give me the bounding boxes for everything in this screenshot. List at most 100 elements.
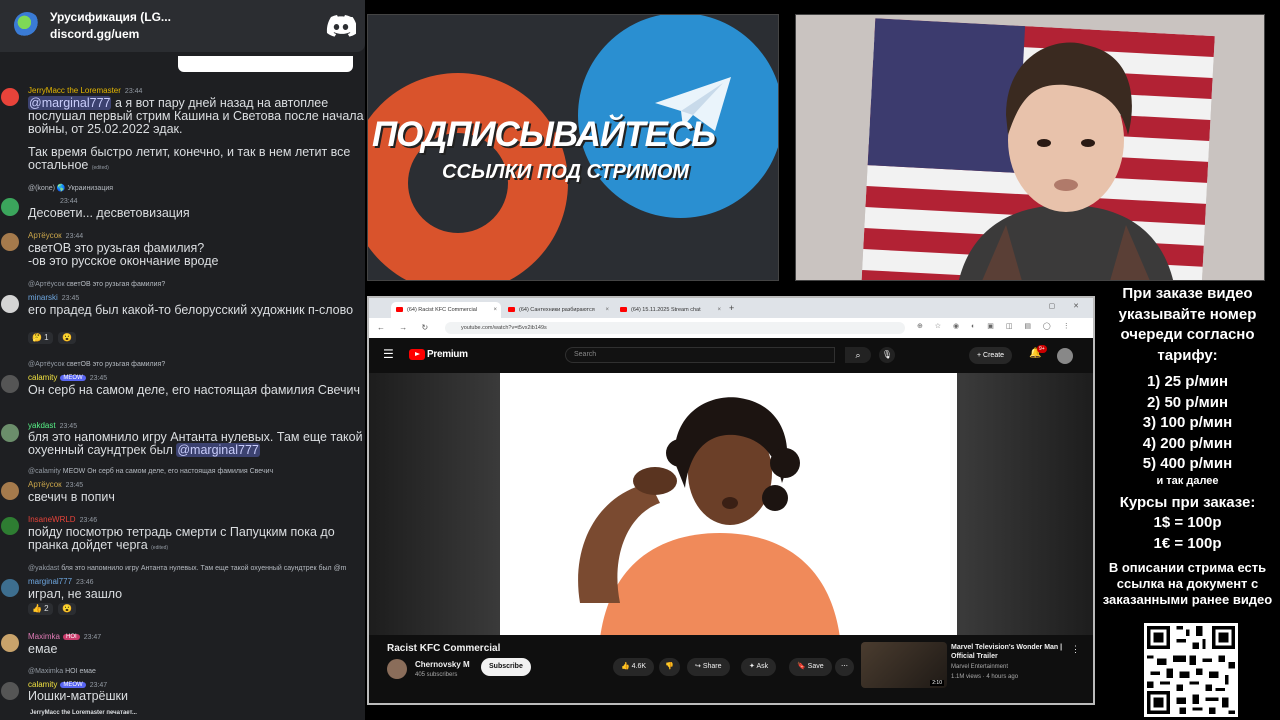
reaction-thinking[interactable]: 🤔 1 bbox=[28, 332, 53, 344]
window-controls[interactable]: ▢ ✕ bbox=[1049, 302, 1087, 310]
recommended-title[interactable]: Marvel Television's Wonder Man | Officia… bbox=[951, 643, 1063, 661]
role-badge: HOI bbox=[63, 634, 80, 640]
server-invite-link[interactable]: discord.gg/uem bbox=[50, 27, 139, 41]
extension-icons[interactable]: ⊕ ☆ ◉ ◐ ▣ ◫ ▤ ◯ ⋮ bbox=[917, 322, 1075, 330]
server-avatar bbox=[14, 12, 40, 38]
message-author: InsaneWRLD 23:46 bbox=[28, 515, 98, 524]
message-text: его прадед был какой-то белорусский худо… bbox=[28, 303, 354, 317]
browser-window: (64) Racist KFC Commercial × (64) Сантехн… bbox=[367, 296, 1095, 705]
youtube-premium-logo[interactable]: Premium bbox=[427, 349, 468, 360]
recommended-channel[interactable]: Marvel Entertainment bbox=[951, 664, 1008, 670]
share-icon: ↪ bbox=[695, 663, 701, 670]
message-text: пойду посмотрю тетрадь смерти с Папуцким… bbox=[28, 525, 335, 552]
reply-preview[interactable]: @Maximka HOI емае bbox=[28, 668, 96, 675]
message-text: свечич в попич bbox=[28, 490, 115, 504]
tariff-item: 3) 100 р/мин bbox=[1142, 414, 1233, 431]
server-card[interactable]: Урусификация (LG... discord.gg/uem bbox=[0, 0, 365, 52]
more-actions-icon[interactable]: ⋯ bbox=[835, 658, 854, 676]
avatar bbox=[1, 579, 19, 597]
message-text: емае bbox=[28, 642, 58, 656]
thumbs-up-icon: 👍 bbox=[621, 663, 630, 670]
user-mention[interactable]: @marginal777 bbox=[176, 443, 260, 457]
rate-item: 1€ = 100р bbox=[1153, 534, 1222, 552]
search-icon[interactable]: ⌕ bbox=[845, 347, 871, 363]
dislike-icon[interactable]: 👎 bbox=[659, 658, 680, 676]
server-name: Урусификация (LG... bbox=[50, 10, 171, 24]
subscribe-promo-panel: ПОДПИСЫВАЙТЕСЬ ССЫЛКИ ПОД СТРИМОМ bbox=[367, 14, 779, 281]
url-field[interactable]: youtube.com/watch?v=t5vx2ib149s bbox=[445, 322, 905, 334]
discord-chat-overlay: Урусификация (LG... discord.gg/uem Jerry… bbox=[0, 0, 365, 720]
navigation-buttons[interactable]: ← → ↻ bbox=[377, 323, 434, 332]
avatar bbox=[1, 233, 19, 251]
search-input[interactable]: Search bbox=[565, 347, 835, 363]
role-badge: MEOW bbox=[60, 682, 86, 688]
order-note: При заказе видео указывайте номер очеред… bbox=[1118, 285, 1257, 364]
reaction-thumbs-up[interactable]: 👍 2 bbox=[28, 603, 53, 615]
ask-button[interactable]: ✦ Ask bbox=[741, 658, 777, 676]
recommended-thumbnail[interactable]: 2:10 bbox=[861, 642, 947, 688]
tariff-etc: и так далее bbox=[1156, 474, 1219, 487]
message-author: calamity MEOW 23:45 bbox=[28, 373, 108, 382]
reply-preview[interactable]: @yakdast бля это напомнило игру Антанта … bbox=[28, 565, 347, 572]
streamer-image bbox=[958, 42, 1174, 280]
reply-preview[interactable]: @Артёусок светОВ это рузьгая фамилия? bbox=[28, 281, 165, 288]
document-note: В описании стрима есть ссылка на докумен… bbox=[1102, 560, 1273, 607]
channel-avatar[interactable] bbox=[387, 659, 407, 679]
avatar bbox=[1, 634, 19, 652]
close-tab-icon[interactable]: × bbox=[717, 307, 721, 313]
microphone-icon[interactable]: 🎙 bbox=[879, 347, 895, 363]
avatar bbox=[1, 682, 19, 700]
message-text: бля это напомнило игру Антанта нулевых. … bbox=[28, 430, 363, 457]
message-author: Артёусок 23:44 bbox=[28, 231, 84, 240]
reaction-add[interactable]: 😮 bbox=[58, 332, 76, 344]
avatar bbox=[1, 295, 19, 313]
video-duration: 2:10 bbox=[930, 680, 944, 686]
address-bar: ← → ↻ youtube.com/watch?v=t5vx2ib149s ⊕ … bbox=[369, 318, 1093, 338]
tariff-item: 1) 25 р/мин bbox=[1146, 373, 1229, 390]
message-time: 23:44 bbox=[60, 198, 78, 205]
save-button[interactable]: 🔖 Save bbox=[789, 658, 832, 676]
subscribe-button[interactable]: Subscribe bbox=[481, 658, 531, 676]
rates-title: Курсы при заказе: bbox=[1119, 493, 1256, 511]
hamburger-menu-icon[interactable]: ☰ bbox=[383, 347, 394, 361]
reply-preview[interactable]: @(kone) 🌎 Украинизация bbox=[28, 184, 113, 192]
reply-preview[interactable]: @Артёусок светОВ это рузьгая фамилия? bbox=[28, 361, 165, 368]
message-author: calamity MEOW 23:47 bbox=[28, 680, 108, 689]
avatar bbox=[1, 375, 19, 393]
youtube-logo-icon[interactable] bbox=[409, 349, 425, 360]
order-info-panel: При заказе видео указывайте номер очеред… bbox=[1100, 284, 1275, 608]
qr-code-image bbox=[1144, 623, 1238, 717]
role-badge: MEOW bbox=[60, 375, 86, 381]
channel-name[interactable]: Chernovsky M bbox=[415, 660, 470, 669]
new-tab-button[interactable]: + bbox=[729, 303, 734, 313]
message-author: Артёусок 23:45 bbox=[28, 480, 84, 489]
youtube-tab-icon bbox=[620, 307, 627, 312]
user-avatar[interactable] bbox=[1057, 348, 1073, 364]
reaction-add[interactable]: 😮 bbox=[58, 603, 76, 615]
tab-santekhniki[interactable]: (64) Сантехники разбираются × bbox=[503, 302, 613, 318]
youtube-page: ☰ Premium Search ⌕ 🎙 + Create 🔔 9+ Racis… bbox=[369, 338, 1093, 703]
avatar bbox=[1, 482, 19, 500]
tab-stream-chat[interactable]: (64) 15.11.2025 Stream chat × bbox=[615, 302, 725, 318]
create-button[interactable]: + Create bbox=[969, 347, 1013, 364]
avatar bbox=[1, 424, 19, 442]
like-button[interactable]: 👍 4.6K bbox=[613, 658, 655, 676]
message-text: Десовети... десветовизация bbox=[28, 206, 190, 220]
video-player[interactable] bbox=[369, 373, 1093, 635]
promo-subtitle: ССЫЛКИ ПОД СТРИМОМ bbox=[442, 161, 690, 183]
tab-racist-kfc[interactable]: (64) Racist KFC Commercial × bbox=[391, 302, 501, 318]
rate-item: 1$ = 100р bbox=[1153, 514, 1222, 531]
sparkle-icon: ✦ bbox=[749, 663, 755, 670]
user-mention[interactable]: @marginal777 bbox=[28, 96, 112, 110]
share-button[interactable]: ↪ Share bbox=[687, 658, 730, 676]
video-frame bbox=[500, 373, 957, 635]
avatar bbox=[1, 88, 19, 106]
message-author: Maximka HOI 23:47 bbox=[28, 632, 102, 641]
chat-input-strip bbox=[178, 56, 353, 72]
video-content-image bbox=[578, 397, 840, 635]
reply-preview[interactable]: @calamity MEOW Он серб на самом деле, ег… bbox=[28, 468, 273, 475]
close-tab-icon[interactable]: × bbox=[605, 307, 609, 313]
close-tab-icon[interactable]: × bbox=[493, 307, 497, 313]
avatar bbox=[1, 517, 19, 535]
recommended-more-icon[interactable]: ⋮ bbox=[1071, 644, 1080, 655]
